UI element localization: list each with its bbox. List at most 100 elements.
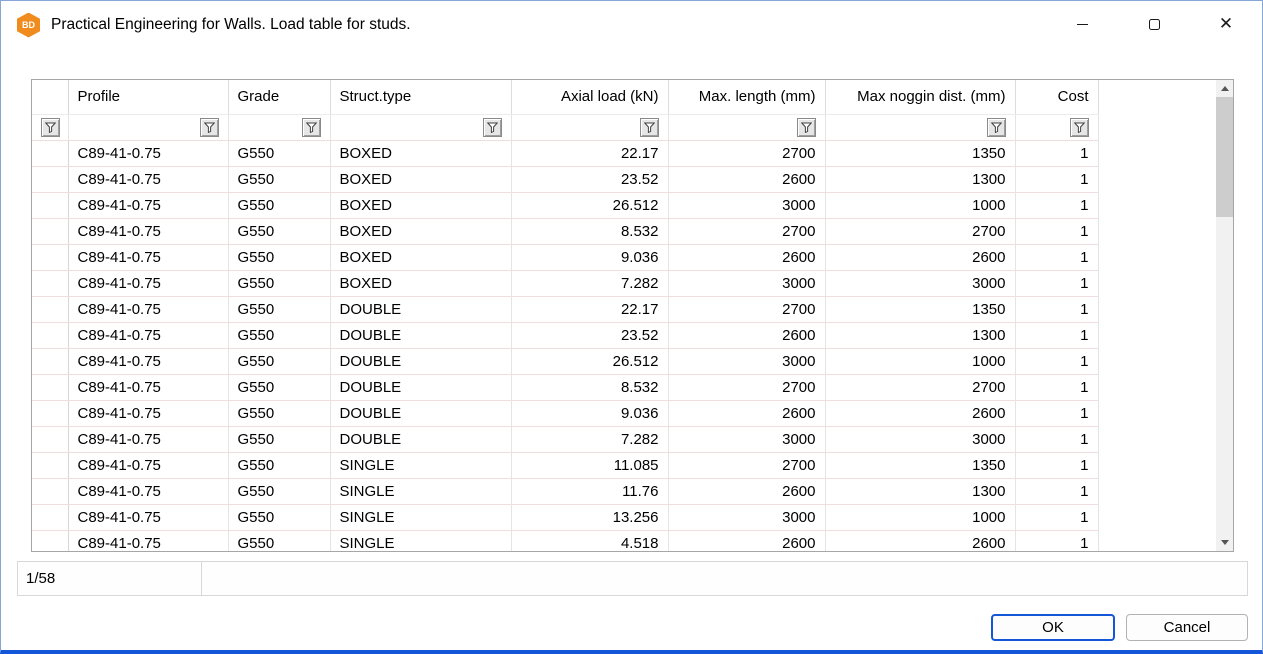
filter-button[interactable]	[1070, 118, 1089, 137]
row-indicator	[32, 192, 68, 218]
filter-cell-cost[interactable]	[1015, 114, 1098, 140]
cell-axial-load: 9.036	[511, 400, 668, 426]
cell-profile: C89-41-0.75	[68, 348, 228, 374]
filter-button[interactable]	[987, 118, 1006, 137]
cell-axial-load: 22.17	[511, 140, 668, 166]
cell-cost: 1	[1015, 426, 1098, 452]
row-filler	[1098, 192, 1216, 218]
vertical-scrollbar[interactable]	[1216, 80, 1233, 551]
cell-max-noggin-dist: 2600	[825, 244, 1015, 270]
table-row[interactable]: C89-41-0.75G550BOXED8.532270027001	[32, 218, 1216, 244]
scroll-up-button[interactable]	[1216, 80, 1233, 97]
cancel-button[interactable]: Cancel	[1126, 614, 1248, 641]
table-row[interactable]: C89-41-0.75G550BOXED7.282300030001	[32, 270, 1216, 296]
filter-filler	[1098, 114, 1216, 140]
row-indicator	[32, 400, 68, 426]
header-row: ProfileGradeStruct.typeAxial load (kN)Ma…	[32, 80, 1216, 114]
cell-profile: C89-41-0.75	[68, 322, 228, 348]
cell-cost: 1	[1015, 348, 1098, 374]
cell-cost: 1	[1015, 296, 1098, 322]
maximize-icon	[1149, 19, 1160, 30]
table-row[interactable]: C89-41-0.75G550BOXED9.036260026001	[32, 244, 1216, 270]
filter-button[interactable]	[483, 118, 502, 137]
cell-axial-load: 23.52	[511, 322, 668, 348]
row-indicator	[32, 374, 68, 400]
filter-cell-max-length[interactable]	[668, 114, 825, 140]
cell-cost: 1	[1015, 192, 1098, 218]
table-row[interactable]: C89-41-0.75G550DOUBLE7.282300030001	[32, 426, 1216, 452]
cell-struct-type: SINGLE	[330, 530, 511, 551]
table-row[interactable]: C89-41-0.75G550BOXED26.512300010001	[32, 192, 1216, 218]
column-header-axial-load[interactable]: Axial load (kN)	[511, 80, 668, 114]
scroll-down-button[interactable]	[1216, 534, 1233, 551]
cell-cost: 1	[1015, 504, 1098, 530]
app-icon: BD	[17, 13, 40, 38]
cell-grade: G550	[228, 530, 330, 551]
filter-button[interactable]	[200, 118, 219, 137]
cell-struct-type: DOUBLE	[330, 426, 511, 452]
table-row[interactable]: C89-41-0.75G550DOUBLE9.036260026001	[32, 400, 1216, 426]
cell-max-noggin-dist: 3000	[825, 426, 1015, 452]
column-header-struct-type[interactable]: Struct.type	[330, 80, 511, 114]
arrow-down-icon	[1221, 540, 1229, 545]
filter-cell-grade[interactable]	[228, 114, 330, 140]
table-row[interactable]: C89-41-0.75G550DOUBLE8.532270027001	[32, 374, 1216, 400]
filter-cell-max-noggin-dist[interactable]	[825, 114, 1015, 140]
filter-cell-profile[interactable]	[68, 114, 228, 140]
column-header-cost[interactable]: Cost	[1015, 80, 1098, 114]
row-indicator	[32, 140, 68, 166]
column-header-grade[interactable]: Grade	[228, 80, 330, 114]
table-row[interactable]: C89-41-0.75G550SINGLE11.085270013501	[32, 452, 1216, 478]
table-row[interactable]: C89-41-0.75G550SINGLE11.76260013001	[32, 478, 1216, 504]
header-filler	[1098, 80, 1216, 114]
cell-cost: 1	[1015, 452, 1098, 478]
cell-grade: G550	[228, 400, 330, 426]
cell-profile: C89-41-0.75	[68, 218, 228, 244]
column-header-max-noggin-dist[interactable]: Max noggin dist. (mm)	[825, 80, 1015, 114]
cell-profile: C89-41-0.75	[68, 530, 228, 551]
filter-cell-indicator[interactable]	[32, 114, 68, 140]
cell-cost: 1	[1015, 322, 1098, 348]
table-row[interactable]: C89-41-0.75G550DOUBLE22.17270013501	[32, 296, 1216, 322]
cell-max-noggin-dist: 1300	[825, 166, 1015, 192]
filter-cell-struct-type[interactable]	[330, 114, 511, 140]
table-row[interactable]: C89-41-0.75G550SINGLE4.518260026001	[32, 530, 1216, 551]
cell-grade: G550	[228, 166, 330, 192]
close-button[interactable]: ✕	[1190, 1, 1262, 48]
maximize-button[interactable]	[1118, 1, 1190, 48]
row-filler	[1098, 218, 1216, 244]
cell-struct-type: BOXED	[330, 270, 511, 296]
filter-icon	[306, 122, 317, 133]
cell-grade: G550	[228, 426, 330, 452]
cell-struct-type: BOXED	[330, 244, 511, 270]
table-row[interactable]: C89-41-0.75G550DOUBLE23.52260013001	[32, 322, 1216, 348]
column-header-max-length[interactable]: Max. length (mm)	[668, 80, 825, 114]
table-row[interactable]: C89-41-0.75G550SINGLE13.256300010001	[32, 504, 1216, 530]
cell-struct-type: DOUBLE	[330, 374, 511, 400]
column-header-profile[interactable]: Profile	[68, 80, 228, 114]
filter-icon	[991, 122, 1002, 133]
cell-max-noggin-dist: 1000	[825, 192, 1015, 218]
filter-button[interactable]	[640, 118, 659, 137]
cell-max-length: 2700	[668, 374, 825, 400]
row-indicator	[32, 296, 68, 322]
ok-button[interactable]: OK	[991, 614, 1115, 641]
scrollbar-thumb[interactable]	[1216, 97, 1233, 217]
row-filler	[1098, 374, 1216, 400]
filter-button[interactable]	[797, 118, 816, 137]
filter-button[interactable]	[41, 118, 60, 137]
table-row[interactable]: C89-41-0.75G550BOXED22.17270013501	[32, 140, 1216, 166]
table-row[interactable]: C89-41-0.75G550BOXED23.52260013001	[32, 166, 1216, 192]
filter-icon	[204, 122, 215, 133]
minimize-button[interactable]	[1046, 1, 1118, 48]
cell-struct-type: SINGLE	[330, 478, 511, 504]
cell-max-length: 2700	[668, 218, 825, 244]
dialog-body: ProfileGradeStruct.typeAxial load (kN)Ma…	[1, 49, 1262, 650]
cell-grade: G550	[228, 452, 330, 478]
filter-button[interactable]	[302, 118, 321, 137]
row-filler	[1098, 452, 1216, 478]
table-row[interactable]: C89-41-0.75G550DOUBLE26.512300010001	[32, 348, 1216, 374]
cell-struct-type: DOUBLE	[330, 296, 511, 322]
filter-cell-axial-load[interactable]	[511, 114, 668, 140]
row-indicator	[32, 270, 68, 296]
